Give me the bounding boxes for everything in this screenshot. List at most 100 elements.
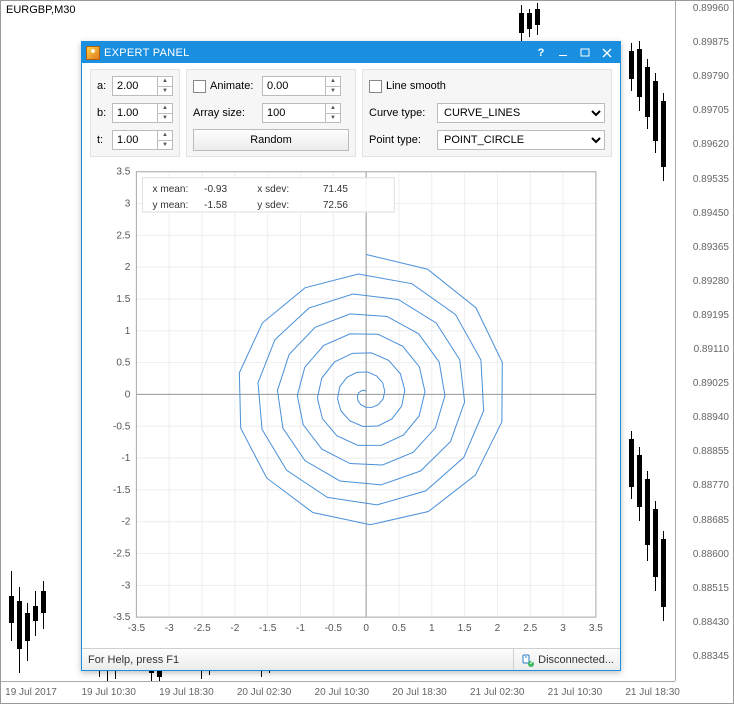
svg-text:-1: -1 — [121, 453, 130, 464]
candle — [521, 5, 522, 41]
b-value[interactable]: 1.00 — [113, 104, 157, 122]
price-tick: 0.88940 — [693, 412, 729, 423]
array-up-icon[interactable]: ▲ — [326, 104, 340, 114]
point-type-label: Point type: — [369, 134, 433, 146]
svg-text:x sdev:: x sdev: — [257, 184, 289, 195]
b-down-icon[interactable]: ▼ — [158, 114, 172, 123]
price-tick: 0.89110 — [694, 344, 729, 355]
svg-text:2.5: 2.5 — [116, 230, 130, 241]
price-tick: 0.89535 — [693, 174, 729, 185]
b-spinner[interactable]: 1.00 ▲▼ — [112, 103, 173, 123]
svg-text:1.5: 1.5 — [458, 623, 472, 634]
candle — [35, 591, 36, 636]
animate-up-icon[interactable]: ▲ — [326, 77, 340, 87]
svg-text:y sdev:: y sdev: — [257, 200, 289, 211]
random-button[interactable]: Random — [193, 129, 349, 151]
svg-text:0: 0 — [363, 623, 369, 634]
candle — [663, 93, 664, 181]
close-button[interactable] — [596, 43, 618, 62]
price-scale: 0.899600.898750.897900.897050.896200.895… — [675, 1, 733, 681]
time-scale: 19 Jul 2017 19 Jul 10:30 19 Jul 18:30 20 Ju… — [1, 681, 675, 703]
time-tick: 19 Jul 10:30 — [81, 687, 136, 698]
t-label: t: — [97, 134, 108, 146]
svg-text:-2.5: -2.5 — [113, 549, 131, 560]
array-size-label: Array size: — [193, 107, 258, 119]
svg-text:-0.93: -0.93 — [204, 184, 227, 195]
price-tick: 0.88855 — [693, 446, 729, 457]
titlebar[interactable]: EXPERT PANEL ? — [82, 42, 620, 63]
svg-text:0.5: 0.5 — [116, 358, 130, 369]
price-tick: 0.88515 — [693, 583, 729, 594]
status-connection[interactable]: Disconnected... — [520, 653, 614, 667]
svg-text:3: 3 — [560, 623, 566, 634]
maximize-button[interactable] — [574, 43, 596, 62]
animate-down-icon[interactable]: ▼ — [326, 87, 340, 96]
controls-area: a: 2.00 ▲▼ b: 1.00 ▲▼ t: 1.00 ▲▼ — [82, 63, 620, 161]
price-tick: 0.89280 — [693, 276, 729, 287]
svg-text:-2.5: -2.5 — [193, 623, 211, 634]
array-down-icon[interactable]: ▼ — [326, 114, 340, 123]
price-tick: 0.88345 — [693, 651, 729, 662]
svg-text:-1.5: -1.5 — [113, 485, 131, 496]
panel-title: EXPERT PANEL — [104, 47, 530, 59]
price-tick: 0.89960 — [693, 3, 729, 14]
svg-text:-3.5: -3.5 — [113, 612, 131, 623]
panel-icon — [86, 46, 100, 60]
time-tick: 21 Jul 10:30 — [548, 687, 603, 698]
animate-spinner[interactable]: 0.00 ▲▼ — [262, 76, 341, 96]
a-spinner[interactable]: 2.00 ▲▼ — [112, 76, 173, 96]
price-tick: 0.89365 — [693, 242, 729, 253]
a-down-icon[interactable]: ▼ — [158, 87, 172, 96]
svg-text:1.5: 1.5 — [116, 294, 130, 305]
curve-type-label: Curve type: — [369, 107, 433, 119]
a-value[interactable]: 2.00 — [113, 77, 157, 95]
array-size-spinner[interactable]: 100 ▲▼ — [262, 103, 341, 123]
animate-value[interactable]: 0.00 — [263, 77, 325, 95]
chart-svg: -3.5-3.5-3-3-2.5-2.5-2-2-1.5-1.5-1-1-0.5… — [86, 161, 610, 646]
svg-text:0.5: 0.5 — [392, 623, 406, 634]
array-size-value[interactable]: 100 — [263, 104, 325, 122]
curve-type-select[interactable]: CURVE_LINES — [437, 103, 605, 123]
svg-text:-0.5: -0.5 — [113, 421, 131, 432]
animate-checkbox[interactable] — [193, 80, 206, 93]
connection-text: Disconnected... — [538, 654, 614, 666]
price-tick: 0.89705 — [693, 105, 729, 116]
line-smooth-checkbox[interactable] — [369, 80, 382, 93]
svg-text:-1.5: -1.5 — [259, 623, 277, 634]
svg-text:2: 2 — [125, 262, 131, 273]
time-tick: 19 Jul 2017 — [5, 687, 57, 698]
price-tick: 0.89025 — [693, 378, 729, 389]
time-tick: 20 Jul 18:30 — [392, 687, 447, 698]
svg-text:2.5: 2.5 — [523, 623, 537, 634]
candle — [663, 531, 664, 621]
svg-text:x mean:: x mean: — [153, 184, 189, 195]
price-tick: 0.88685 — [693, 515, 729, 526]
a-up-icon[interactable]: ▲ — [158, 77, 172, 87]
price-tick: 0.89620 — [693, 139, 729, 150]
minimize-button[interactable] — [552, 43, 574, 62]
t-down-icon[interactable]: ▼ — [158, 141, 172, 150]
help-button[interactable]: ? — [530, 43, 552, 62]
price-tick: 0.89875 — [693, 37, 729, 48]
t-spinner[interactable]: 1.00 ▲▼ — [112, 130, 173, 150]
t-up-icon[interactable]: ▲ — [158, 131, 172, 141]
candle — [43, 581, 44, 629]
price-tick: 0.88600 — [693, 549, 729, 560]
param-group-a: a: 2.00 ▲▼ b: 1.00 ▲▼ t: 1.00 ▲▼ — [90, 69, 180, 157]
point-type-select[interactable]: POINT_CIRCLE — [437, 130, 605, 150]
candle — [639, 41, 640, 111]
svg-text:-3: -3 — [121, 580, 130, 591]
b-label: b: — [97, 107, 108, 119]
svg-text:3.5: 3.5 — [116, 167, 130, 178]
b-up-icon[interactable]: ▲ — [158, 104, 172, 114]
candle — [655, 73, 656, 153]
svg-text:1: 1 — [429, 623, 435, 634]
time-tick: 19 Jul 18:30 — [159, 687, 214, 698]
time-tick: 21 Jul 18:30 — [625, 687, 680, 698]
t-value[interactable]: 1.00 — [113, 131, 157, 149]
time-tick: 21 Jul 02:30 — [470, 687, 525, 698]
candle — [11, 571, 12, 641]
chart-area: -3.5-3.5-3-3-2.5-2.5-2-2-1.5-1.5-1-1-0.5… — [82, 161, 620, 648]
candle — [27, 603, 28, 661]
status-help-text: For Help, press F1 — [88, 654, 507, 666]
